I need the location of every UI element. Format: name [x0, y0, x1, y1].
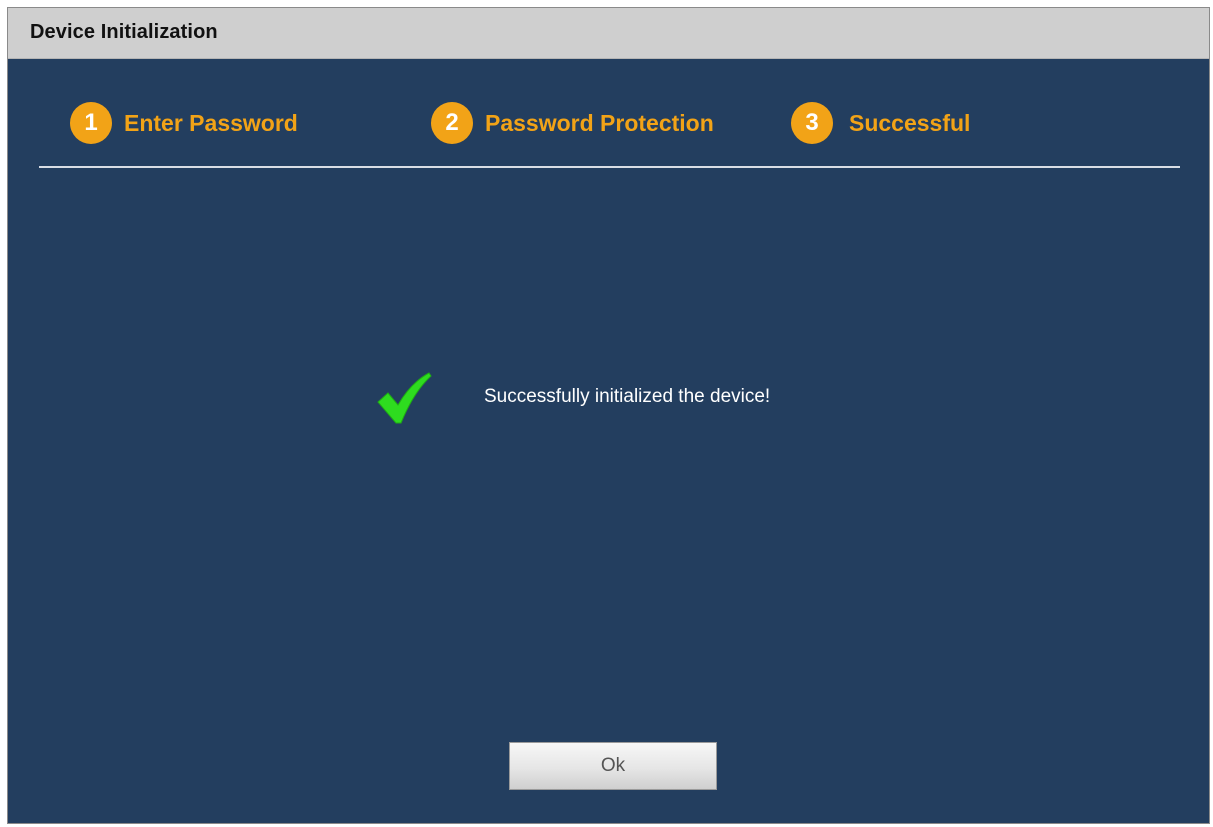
step-successful: 3 Successful — [791, 102, 970, 144]
title-bar: Device Initialization — [8, 8, 1209, 59]
dialog-title: Device Initialization — [30, 21, 218, 43]
ok-button[interactable]: Ok — [509, 742, 717, 790]
step-label: Enter Password — [124, 109, 298, 136]
step-number-badge: 1 — [70, 102, 112, 144]
success-message: Successfully initialized the device! — [484, 386, 771, 407]
step-divider — [39, 166, 1180, 168]
step-password-protection: 2 Password Protection — [431, 102, 714, 144]
step-enter-password: 1 Enter Password — [70, 102, 298, 144]
step-label: Successful — [849, 109, 971, 136]
step-number-badge: 2 — [431, 102, 473, 144]
checkmark-icon — [377, 372, 432, 424]
device-initialization-dialog: Device Initialization 1 Enter Password 2… — [7, 7, 1210, 824]
step-number-badge: 3 — [791, 102, 833, 144]
step-label: Password Protection — [485, 109, 714, 136]
